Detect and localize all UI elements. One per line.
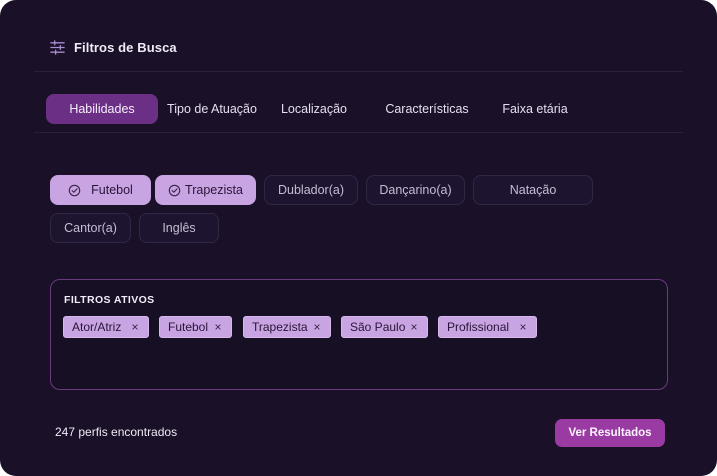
tab-localizacao[interactable]: Localização <box>272 94 356 124</box>
close-icon[interactable]: × <box>516 320 530 334</box>
active-tag-futebol: Futebol × <box>159 316 232 338</box>
active-filters-box: FILTROS ATIVOS Ator/Atriz × Futebol × Tr… <box>50 279 668 390</box>
tab-caracteristicas[interactable]: Características <box>382 94 472 124</box>
chip-futebol[interactable]: Futebol <box>50 175 151 205</box>
chip-cantor[interactable]: Cantor(a) <box>50 213 131 243</box>
tag-label: Profissional <box>447 320 510 334</box>
active-filters-title: FILTROS ATIVOS <box>64 294 155 306</box>
active-tag-ator-atriz: Ator/Atriz × <box>63 316 149 338</box>
chip-label: Futebol <box>91 183 133 197</box>
chip-label: Dançarino(a) <box>379 183 452 197</box>
tab-faixa-etaria[interactable]: Faixa etária <box>494 94 576 124</box>
close-icon[interactable]: × <box>211 320 225 334</box>
active-tag-sao-paulo: São Paulo × <box>341 316 428 338</box>
tag-label: São Paulo <box>350 320 406 334</box>
chip-dancarino[interactable]: Dançarino(a) <box>366 175 465 205</box>
panel-title: Filtros de Busca <box>74 40 177 55</box>
tab-habilidades[interactable]: Habilidades <box>46 94 158 124</box>
filter-panel: Filtros de Busca Habilidades Tipo de Atu… <box>0 0 717 476</box>
tab-tipo-de-atuacao[interactable]: Tipo de Atuação <box>162 94 262 124</box>
active-tag-profissional: Profissional × <box>438 316 537 338</box>
tab-label: Características <box>385 102 469 116</box>
chip-trapezista[interactable]: Trapezista <box>155 175 256 205</box>
chip-label: Dublador(a) <box>277 183 344 197</box>
close-icon[interactable]: × <box>310 320 324 334</box>
check-circle-icon <box>68 184 81 196</box>
results-count: 247 perfis encontrados <box>55 425 178 439</box>
chip-natacao[interactable]: Natação <box>473 175 593 205</box>
panel-header: Filtros de Busca <box>50 40 177 55</box>
tag-label: Ator/Atriz <box>72 320 122 334</box>
tab-label: Tipo de Atuação <box>167 102 257 116</box>
tab-label: Localização <box>280 102 347 116</box>
tab-label: Faixa etária <box>502 102 568 116</box>
tag-label: Trapezista <box>252 320 308 334</box>
sliders-icon <box>50 40 65 55</box>
chip-dublador[interactable]: Dublador(a) <box>264 175 358 205</box>
chip-label: Trapezista <box>185 183 243 197</box>
chip-label: Natação <box>509 183 557 197</box>
chip-ingles[interactable]: Inglês <box>139 213 219 243</box>
active-tag-trapezista: Trapezista × <box>243 316 331 338</box>
chip-label: Inglês <box>162 221 196 235</box>
tab-label: Habilidades <box>69 102 135 116</box>
tabs-divider <box>34 132 683 133</box>
chip-label: Cantor(a) <box>64 221 117 235</box>
header-divider <box>34 71 683 72</box>
check-circle-icon <box>168 184 181 196</box>
close-icon[interactable]: × <box>407 320 421 334</box>
view-results-button[interactable]: Ver Resultados <box>555 419 665 447</box>
tag-label: Futebol <box>168 320 209 334</box>
skill-chips: Futebol Trapezista Dublador(a) Dançarino… <box>50 175 610 245</box>
close-icon[interactable]: × <box>128 320 142 334</box>
